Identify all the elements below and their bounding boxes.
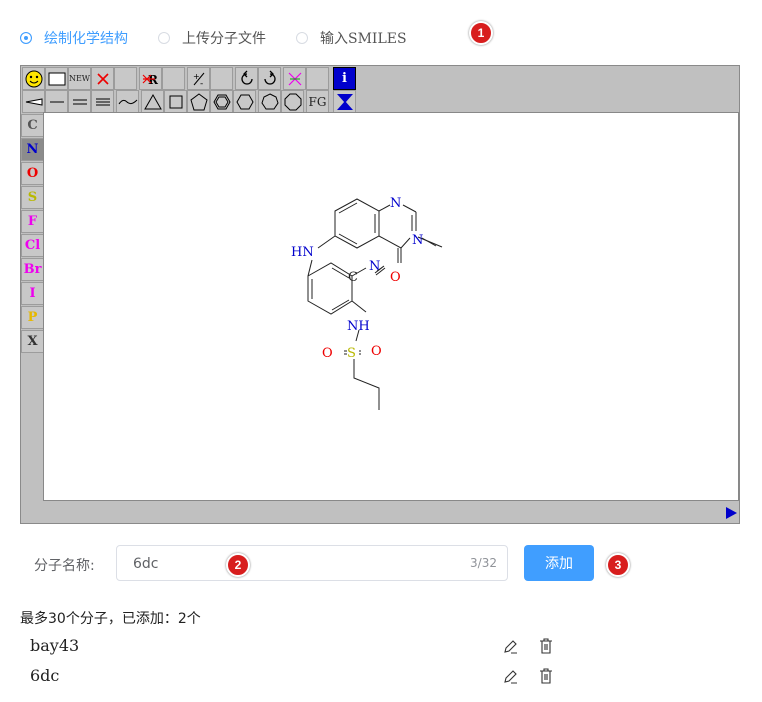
pentagon-ring-icon[interactable] <box>187 90 210 113</box>
element-i[interactable]: I <box>21 282 44 305</box>
list-item: 6dc <box>30 666 60 685</box>
element-label: S <box>27 190 38 205</box>
heptagon-ring-icon[interactable] <box>258 90 281 113</box>
drawing-canvas[interactable]: N N O HN C N NH S O O <box>43 112 739 501</box>
charge-icon[interactable]: + - <box>187 67 210 90</box>
atom-n-ring2: N <box>412 233 423 248</box>
molecule-drawing: N N O HN C N NH S O O <box>291 196 443 410</box>
name-label: 分子名称: <box>34 558 95 574</box>
molecule-count-summary: 最多30个分子，已添加：2个 <box>20 611 201 627</box>
atom-o-left: O <box>322 346 333 361</box>
element-o[interactable]: O <box>21 162 44 185</box>
list-item: bay43 <box>30 636 80 655</box>
radio-label: 绘制化学结构 <box>44 31 128 47</box>
delete-icon[interactable] <box>538 638 554 654</box>
delete-x-icon[interactable] <box>91 67 114 90</box>
element-label: C <box>27 118 38 133</box>
radio-dot <box>20 32 32 44</box>
smiley-icon[interactable] <box>22 67 45 90</box>
structure-editor: NEW R + - i FG C N O S F Cl Br I P X N N… <box>20 65 740 524</box>
edit-icon[interactable] <box>502 669 518 685</box>
atom-n-ring1: N <box>390 196 401 211</box>
wedge-bond-icon[interactable] <box>22 90 45 113</box>
chain-icon[interactable] <box>116 90 139 113</box>
element-label: Cl <box>24 238 41 253</box>
element-label: X <box>27 334 38 349</box>
element-n[interactable]: N <box>21 138 44 161</box>
hexagon-ring-icon[interactable] <box>233 90 256 113</box>
element-c[interactable]: C <box>21 114 44 137</box>
functional-group-button[interactable]: FG <box>306 90 329 113</box>
svg-text:-: - <box>200 79 203 87</box>
atom-o-carbonyl: O <box>390 270 401 285</box>
select-rectangle-icon[interactable] <box>45 67 68 90</box>
radio-dot <box>296 32 308 44</box>
element-label: P <box>27 310 38 325</box>
radio-upload-file[interactable]: 上传分子文件 <box>158 28 266 48</box>
element-x[interactable]: X <box>21 330 44 353</box>
info-icon[interactable]: i <box>333 67 356 90</box>
element-f[interactable]: F <box>21 210 44 233</box>
add-button[interactable]: 添加 <box>524 545 594 581</box>
atom-nh: NH <box>347 319 370 334</box>
element-p[interactable]: P <box>21 306 44 329</box>
atom-o-right: O <box>371 344 382 359</box>
double-bond-icon[interactable] <box>68 90 91 113</box>
remove-r-group-icon[interactable]: R <box>139 67 162 90</box>
element-label: O <box>26 166 39 181</box>
empty-tool[interactable] <box>114 67 137 90</box>
radio-input-smiles[interactable]: 输入SMILES <box>296 28 407 48</box>
molecule-name-field[interactable]: 3/32 <box>116 545 508 581</box>
triple-bond-icon[interactable] <box>91 90 114 113</box>
char-counter: 3/32 <box>470 556 497 570</box>
single-bond-icon[interactable] <box>45 90 68 113</box>
empty-tool[interactable] <box>306 67 329 90</box>
step-badge-3: 3 <box>606 553 630 577</box>
delete-icon[interactable] <box>538 668 554 684</box>
new-button[interactable]: NEW <box>68 67 91 90</box>
triangle-ring-icon[interactable] <box>141 90 164 113</box>
element-label: N <box>26 142 39 157</box>
step-badge-2: 2 <box>226 553 250 577</box>
atom-c-nitrile: C <box>348 270 358 285</box>
benzene-ring-icon[interactable] <box>210 90 233 113</box>
radio-label: 上传分子文件 <box>182 31 266 47</box>
rotate-left-icon[interactable] <box>235 67 258 90</box>
query-icon[interactable] <box>283 67 306 90</box>
element-label: I <box>29 286 36 301</box>
element-cl[interactable]: Cl <box>21 234 44 257</box>
atom-hn: HN <box>291 245 314 260</box>
element-s[interactable]: S <box>21 186 44 209</box>
atom-n-nitrile: N <box>369 259 380 274</box>
element-label: Br <box>23 262 42 277</box>
empty-tool[interactable] <box>210 67 233 90</box>
expand-arrow-icon[interactable] <box>726 507 737 519</box>
octagon-ring-icon[interactable] <box>281 90 304 113</box>
radio-draw-structure[interactable]: 绘制化学结构 <box>20 28 128 48</box>
edit-icon[interactable] <box>502 639 518 655</box>
radio-label: 输入SMILES <box>320 31 407 47</box>
atom-s: S <box>347 346 356 361</box>
step-badge-1: 1 <box>469 21 493 45</box>
molecule-name-input[interactable] <box>131 555 435 573</box>
svg-text:R: R <box>148 73 159 87</box>
empty-tool[interactable] <box>162 67 185 90</box>
element-label: F <box>27 214 38 229</box>
template-icon[interactable] <box>333 90 356 113</box>
rotate-right-icon[interactable] <box>258 67 281 90</box>
radio-dot <box>158 32 170 44</box>
element-br[interactable]: Br <box>21 258 44 281</box>
square-ring-icon[interactable] <box>164 90 187 113</box>
